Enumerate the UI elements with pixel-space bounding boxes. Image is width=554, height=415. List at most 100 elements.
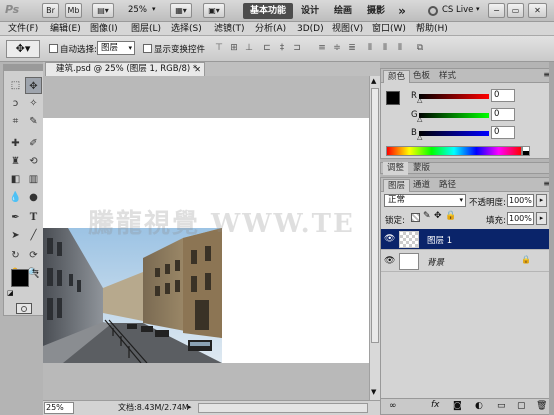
menu-select[interactable]: 选择(S) [171,23,202,35]
auto-select-dropdown[interactable]: 图层 ▾ [97,41,135,55]
menu-layer[interactable]: 图层(L) [131,23,161,35]
minibridge-button[interactable]: Mb [65,3,82,18]
distribute-hcenter-icon[interactable]: ⫴ [378,41,392,55]
align-vcenter-icon[interactable]: ⊞ [227,41,241,55]
street-photo-layer[interactable] [43,228,222,363]
bridge-button[interactable]: Br [42,3,59,18]
horizontal-scrollbar[interactable] [198,403,368,413]
b-slider-handle-icon[interactable]: △ [417,133,422,141]
restore-button[interactable]: ▭ [507,3,524,18]
align-right-icon[interactable]: ⊐ [290,41,304,55]
more-workspaces-button[interactable]: » [395,3,409,19]
opacity-slider-button[interactable]: ▸ [536,194,547,207]
lock-transparent-icon[interactable] [411,213,420,222]
show-transform-checkbox[interactable] [143,44,152,53]
tab-adjustments[interactable]: 调整 [383,162,409,175]
arrange-documents-button[interactable]: ▦▾ [170,3,192,18]
r-slider-handle-icon[interactable]: △ [417,96,422,104]
3d-rotate-tool-icon[interactable]: ↻ [7,247,24,264]
auto-select-checkbox[interactable] [49,44,58,53]
default-colors-icon[interactable]: ◪ [7,289,14,297]
extras-dropdown[interactable]: ▤▾ [92,3,114,18]
eraser-tool-icon[interactable]: ◧ [7,171,24,188]
layer-row-layer1[interactable]: 👁 图层 1 [381,229,553,250]
color-spectrum-bar[interactable] [386,146,522,156]
visibility-eye-icon[interactable]: 👁 [384,256,395,266]
3d-orbit-tool-icon[interactable]: ⟳ [25,247,42,264]
tools-panel-header[interactable] [4,65,44,71]
align-left-icon[interactable]: ⊏ [260,41,274,55]
b-slider[interactable] [419,131,489,136]
align-bottom-icon[interactable]: ⊥ [242,41,256,55]
screen-mode-button[interactable]: ▣▾ [203,3,225,18]
quick-select-tool-icon[interactable]: ✧ [25,95,42,112]
quick-mask-icon[interactable] [16,303,32,314]
lasso-tool-icon[interactable]: ↄ [7,95,24,112]
status-menu-icon[interactable]: ▸ [188,401,192,414]
distribute-left-icon[interactable]: ⦀ [363,41,377,55]
clone-stamp-tool-icon[interactable]: ♜ [7,153,24,170]
new-group-icon[interactable]: ▭ [497,401,506,411]
layer-row-background[interactable]: 👁 背景 🔒 [381,251,553,272]
menu-image[interactable]: 图像(I) [90,23,118,35]
g-slider-handle-icon[interactable]: △ [417,115,422,123]
scroll-down-icon[interactable]: ▼ [371,388,376,396]
line-tool-icon[interactable]: ╱ [25,227,42,244]
scroll-up-icon[interactable]: ▲ [371,77,376,85]
workspace-photography-button[interactable]: 摄影 [363,3,389,19]
menu-view[interactable]: 视图(V) [332,23,363,35]
lock-image-icon[interactable]: ✎ [423,211,431,221]
history-brush-tool-icon[interactable]: ⟲ [25,153,42,170]
distribute-top-icon[interactable]: ≡ [315,41,329,55]
vertical-scrollbar[interactable]: ▲ ▼ [369,76,380,400]
minimize-button[interactable]: − [488,3,505,18]
workspace-design-button[interactable]: 设计 [297,3,323,19]
close-tab-icon[interactable]: ✕ [194,63,201,76]
path-selection-tool-icon[interactable]: ➤ [7,227,24,244]
menu-analysis[interactable]: 分析(A) [255,23,286,35]
crop-tool-icon[interactable]: ⌗ [7,113,24,130]
tab-styles[interactable]: 样式 [435,70,460,83]
tab-channels[interactable]: 通道 [409,179,434,192]
g-value-field[interactable]: 0 [491,108,515,121]
marquee-tool-icon[interactable]: ⬚ [7,77,24,94]
document-tab[interactable]: 建筑.psd @ 25% (图层 1, RGB/8) * ✕ [45,62,205,76]
status-zoom-field[interactable]: 25% [44,402,74,414]
brush-tool-icon[interactable]: ✐ [25,135,42,152]
workspace-essentials-button[interactable]: 基本功能 [243,3,293,19]
tab-masks[interactable]: 蒙版 [409,162,434,175]
dodge-tool-icon[interactable]: ● [25,189,42,206]
scroll-thumb[interactable] [371,88,379,343]
move-tool-icon[interactable]: ✥ [25,77,42,94]
panel-fg-swatch[interactable] [386,91,400,105]
zoom-level-dropdown[interactable]: 25% [128,5,147,15]
fill-slider-button[interactable]: ▸ [536,212,547,225]
healing-brush-tool-icon[interactable]: ✚ [7,135,24,152]
tool-preset-picker[interactable]: ✥▾ [6,40,40,58]
lock-position-icon[interactable]: ✥ [434,211,442,221]
distribute-bottom-icon[interactable]: ≣ [345,41,359,55]
menu-window[interactable]: 窗口(W) [372,23,406,35]
type-tool-icon[interactable]: T [25,209,42,226]
tab-paths[interactable]: 路径 [435,179,460,192]
b-value-field[interactable]: 0 [491,126,515,139]
r-value-field[interactable]: 0 [491,89,515,102]
r-slider[interactable] [419,94,489,99]
menu-3d[interactable]: 3D(D) [297,23,324,35]
tab-color[interactable]: 颜色 [383,70,411,83]
menu-edit[interactable]: 编辑(E) [50,23,81,35]
lock-all-icon[interactable]: 🔒 [445,211,456,221]
tab-layers[interactable]: 图层 [383,179,411,192]
menu-file[interactable]: 文件(F) [8,23,38,35]
layer-style-icon[interactable]: fx [431,400,440,410]
opacity-field[interactable]: 100% [507,194,534,207]
distribute-right-icon[interactable]: ⦀ [393,41,407,55]
visibility-eye-icon[interactable]: 👁 [384,234,395,244]
add-mask-icon[interactable]: ◙ [453,401,462,411]
fill-field[interactable]: 100% [507,212,534,225]
adjustment-layer-icon[interactable]: ◐ [475,401,483,411]
close-button[interactable]: ✕ [528,3,547,18]
distribute-vcenter-icon[interactable]: ≑ [330,41,344,55]
gradient-tool-icon[interactable]: ▥ [25,171,42,188]
tab-swatches[interactable]: 色板 [409,70,434,83]
